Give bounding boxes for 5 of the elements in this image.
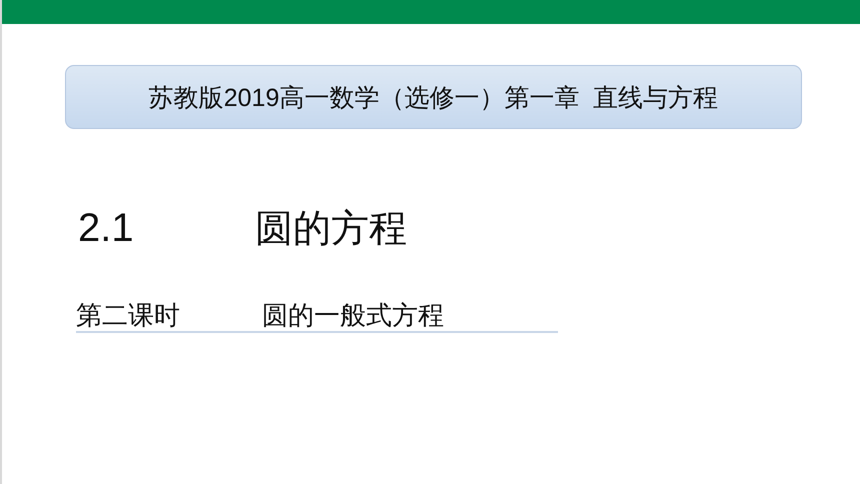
lesson-title: 圆的一般式方程 — [262, 301, 444, 331]
course-title: 苏教版2019高一数学（选修一）第一章 直线与方程 — [148, 82, 718, 114]
section-title: 圆的方程 — [255, 204, 407, 252]
lesson-period: 第二课时 — [76, 301, 181, 331]
section-number: 2.1 — [78, 206, 135, 250]
